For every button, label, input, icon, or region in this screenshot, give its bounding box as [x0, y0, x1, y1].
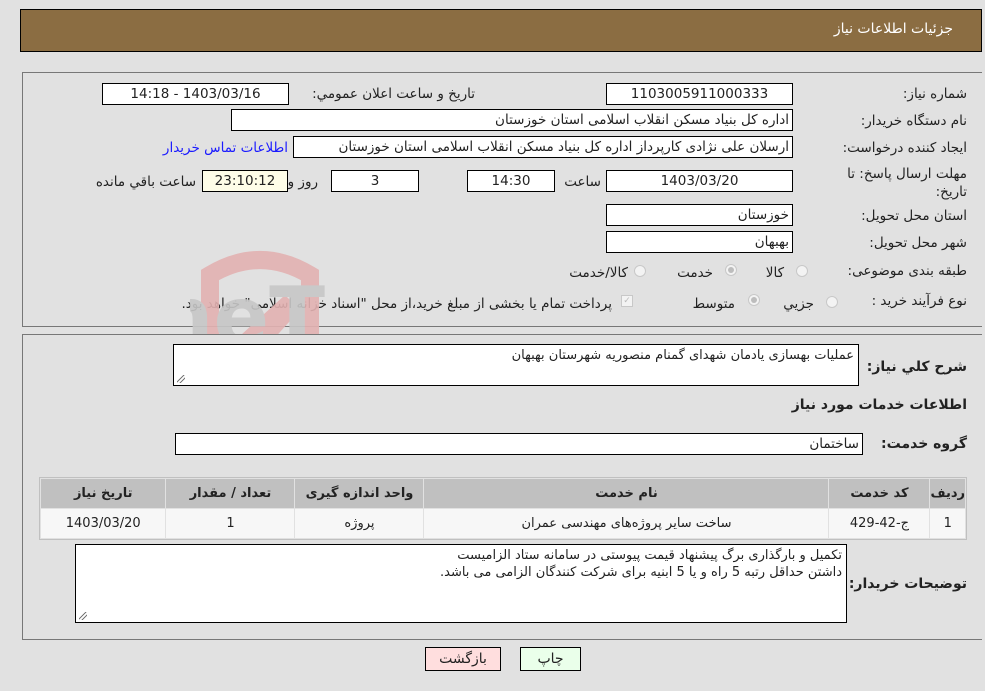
table-header-row: رديف کد خدمت نام خدمت واحد اندازه گيری ت… — [39, 478, 966, 509]
city-field: بهبهان — [606, 231, 793, 253]
deadline-date-field: 1403/03/20 — [606, 170, 793, 192]
province-field: خوزستان — [606, 204, 793, 226]
col-header-quantity: تعداد / مقدار — [165, 478, 296, 509]
category-label: طبقه بندی موضوعی: — [847, 263, 967, 279]
page-title: جزئیات اطلاعات نیاز — [833, 21, 953, 37]
deadline-time-label: ساعت — [564, 174, 601, 190]
remaining-time-field: 23:10:12 — [202, 170, 288, 192]
cell-service-name: ساخت سایر پروژه‌های مهندسی عمران — [423, 508, 830, 539]
service-group-label: گروه خدمت: — [881, 436, 967, 452]
col-header-service-code: کد خدمت — [828, 478, 931, 509]
buyer-org-field: اداره کل بنیاد مسکن انقلاب اسلامی استان … — [231, 109, 793, 131]
category-radio-goods[interactable] — [796, 265, 808, 277]
category-option-goods: کالا — [765, 265, 784, 281]
buyer-org-label: نام دستگاه خريدار: — [860, 113, 967, 129]
creator-field: ارسلان علی نژادی کارپرداز اداره کل بنیاد… — [293, 136, 793, 158]
province-label: استان محل تحویل: — [861, 208, 967, 224]
process-option-medium: متوسط — [692, 296, 735, 312]
category-radio-goods-service[interactable] — [634, 265, 646, 277]
city-label: شهر محل تحویل: — [869, 235, 967, 251]
col-header-need-date: تاريخ نياز — [39, 478, 167, 509]
cell-need-date: 1403/03/20 — [39, 508, 167, 539]
category-radio-service[interactable] — [725, 264, 737, 276]
remaining-label: ساعت باقي مانده — [95, 174, 196, 190]
back-button[interactable]: بازگشت — [425, 647, 501, 671]
buyer-notes-line-1: تکمیل و بارگذاری برگ پیشنهاد قیمت پیوستی… — [457, 548, 842, 563]
col-header-row-number: رديف — [929, 478, 966, 509]
table-row: 1 ج-42-429 ساخت سایر پروژه‌های مهندسی عم… — [39, 508, 966, 539]
print-button[interactable]: چاپ — [520, 647, 581, 671]
description-textarea[interactable]: عملیات بهسازی یادمان شهدای گمنام منصوریه… — [173, 344, 859, 386]
resize-grip-icon[interactable] — [177, 375, 185, 383]
cell-quantity: 1 — [165, 508, 296, 539]
buyer-notes-textarea[interactable]: تکمیل و بارگذاری برگ پیشنهاد قیمت پیوستی… — [75, 544, 847, 623]
page-header: جزئیات اطلاعات نیاز — [20, 9, 982, 52]
category-option-service: خدمت — [677, 265, 713, 281]
cell-unit: پروژه — [294, 508, 425, 539]
days-remaining-field: 3 — [331, 170, 419, 192]
deadline-time-field: 14:30 — [467, 170, 555, 192]
process-radio-minor[interactable] — [826, 296, 838, 308]
treasury-text: پرداخت تمام یا بخشی از مبلغ خرید،از محل … — [181, 296, 612, 312]
description-text: عملیات بهسازی یادمان شهدای گمنام منصوریه… — [511, 348, 854, 363]
services-table: رديف کد خدمت نام خدمت واحد اندازه گيری ت… — [39, 477, 967, 540]
announce-field: 1403/03/16 - 14:18 — [102, 83, 289, 105]
need-number-label: شماره نیاز: — [902, 86, 967, 102]
deadline-label: مهلت ارسال پاسخ: تا تاریخ: — [847, 166, 967, 200]
col-header-unit: واحد اندازه گيری — [294, 478, 425, 509]
need-number-field: 1103005911000333 — [606, 83, 793, 105]
cell-service-code: ج-42-429 — [828, 508, 931, 539]
category-option-goods-service: کالا/خدمت — [569, 265, 628, 281]
process-label: نوع فرآیند خرید : — [871, 293, 967, 309]
treasury-checkbox[interactable]: ✓ — [621, 295, 633, 307]
services-section-title: اطلاعات خدمات مورد نياز — [791, 397, 967, 413]
cell-row-number: 1 — [929, 508, 966, 539]
process-option-minor: جزيي — [783, 296, 814, 312]
resize-grip-icon[interactable] — [79, 612, 87, 620]
description-label: شرح کلي نياز: — [866, 359, 967, 375]
buyer-notes-label: توضيحات خريدار: — [848, 576, 967, 592]
creator-label: ایجاد کننده درخواست: — [842, 140, 967, 156]
announce-label: تاریخ و ساعت اعلان عمومي: — [312, 86, 475, 102]
col-header-service-name: نام خدمت — [423, 478, 830, 509]
service-group-field: ساختمان — [175, 433, 863, 455]
buyer-contact-link[interactable]: اطلاعات تماس خريدار — [163, 140, 288, 156]
days-label: روز و — [287, 174, 318, 190]
buyer-notes-line-2: داشتن حداقل رتبه 5 راه و یا 5 ابنیه برای… — [439, 565, 842, 580]
process-radio-medium[interactable] — [748, 294, 760, 306]
